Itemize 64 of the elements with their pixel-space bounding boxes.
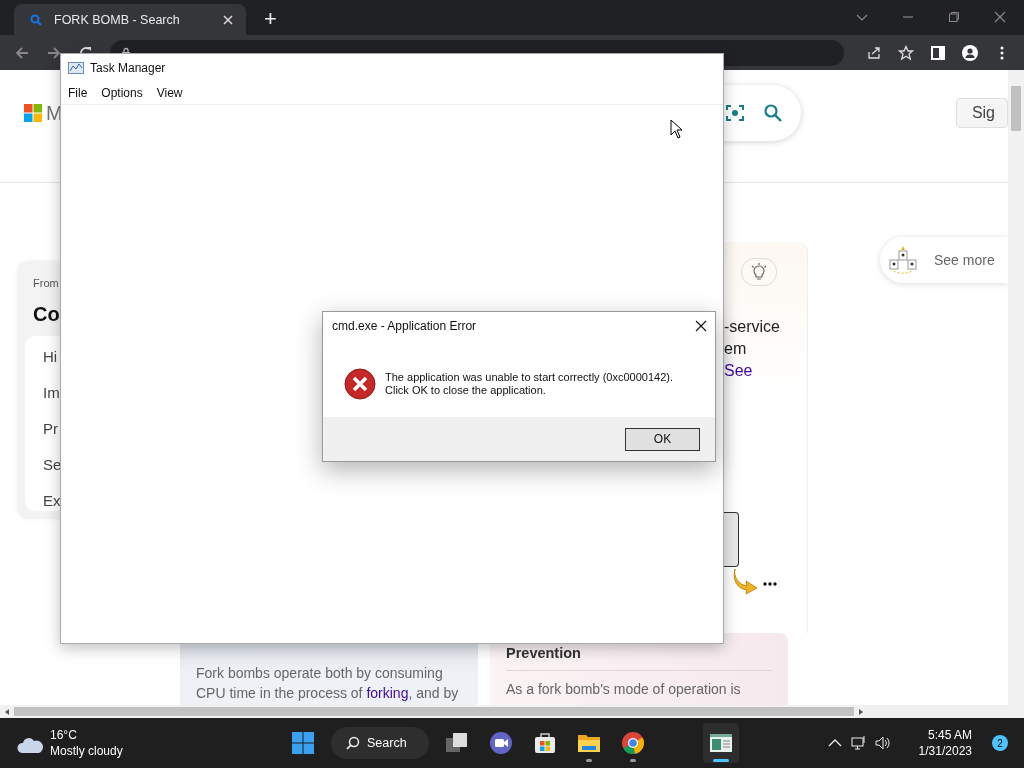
search-icon <box>345 735 361 751</box>
lightbulb-icon <box>749 262 769 282</box>
topic-link[interactable]: Se <box>43 454 62 475</box>
see-more-button[interactable]: See more <box>880 237 1008 283</box>
visual-search-icon[interactable] <box>724 103 745 123</box>
new-tab-button[interactable]: + <box>264 8 277 30</box>
section-heading: Prevention <box>506 645 582 661</box>
paragraph: As a fork bomb's mode of operation is <box>506 670 772 698</box>
search-icon <box>30 13 42 26</box>
see-link[interactable]: See <box>724 360 807 382</box>
share-icon[interactable] <box>866 44 882 61</box>
answer-text: -service <box>724 317 781 337</box>
sign-in-button[interactable]: Sig <box>955 98 1008 128</box>
horizontal-scrollbar[interactable] <box>0 705 1024 718</box>
side-panel-icon[interactable] <box>930 44 946 61</box>
tip-button[interactable] <box>741 258 777 286</box>
volume-icon[interactable] <box>874 735 891 751</box>
scroll-left-icon[interactable] <box>4 708 10 715</box>
diagram-icon <box>888 245 918 275</box>
topic-link[interactable]: Im <box>43 382 60 403</box>
video-chat-icon <box>488 731 513 755</box>
menu-item[interactable]: File <box>68 86 88 100</box>
topic-link[interactable]: Ex <box>43 490 61 511</box>
store-bag-icon <box>532 731 557 755</box>
task-manager-icon <box>708 731 733 755</box>
browser-icon <box>620 731 645 755</box>
error-icon <box>344 368 376 400</box>
windows-logo-icon[interactable] <box>24 104 42 122</box>
dialog-title: cmd.exe - Application Error <box>332 319 477 333</box>
window-title: Task Manager <box>90 61 166 75</box>
menu-item[interactable]: View <box>156 86 183 100</box>
topic-link[interactable]: Pr <box>43 418 58 439</box>
answer-text: em <box>724 339 748 359</box>
forward-arrow-icon[interactable] <box>46 44 62 61</box>
source-label: From <box>33 277 59 289</box>
clock-button[interactable]: 5:45 AM 1/31/2023 <box>918 727 972 759</box>
start-icon[interactable] <box>291 731 315 755</box>
star-icon[interactable] <box>898 44 914 61</box>
scroll-right-icon[interactable] <box>858 708 864 715</box>
browser-tab[interactable]: FORK BOMB - Search <box>14 4 246 35</box>
card-title: Co <box>33 303 60 326</box>
vertical-scrollbar[interactable] <box>1008 70 1024 705</box>
close-icon[interactable] <box>695 320 707 332</box>
temperature-text: 16°C <box>50 727 78 743</box>
more-icon[interactable] <box>763 582 777 586</box>
weather-text: Mostly cloudy <box>50 743 123 759</box>
error-message: The application was unable to start correctly (0xc0000142). <box>385 371 673 384</box>
task-view-icon <box>444 731 469 755</box>
profile-icon[interactable] <box>962 44 978 61</box>
back-arrow-icon[interactable] <box>14 44 30 61</box>
chart-icon <box>68 60 84 76</box>
notification-badge[interactable]: 2 <box>992 735 1008 751</box>
network-icon[interactable] <box>850 735 867 751</box>
menu-item[interactable]: Options <box>101 86 143 100</box>
topic-link[interactable]: Hi <box>43 346 58 367</box>
curved-arrow-icon <box>731 567 759 595</box>
search-icon[interactable] <box>762 103 783 123</box>
taskbar-search-button[interactable]: Search <box>331 727 429 759</box>
error-message: Click OK to close the application. <box>385 384 547 397</box>
ok-button[interactable]: OK <box>625 427 700 451</box>
paragraph: Fork bombs operate both by consuming CPU time in the process of forking, and by <box>196 664 460 703</box>
taskbar-app-button[interactable] <box>702 723 739 763</box>
mouse-pointer-icon <box>670 119 684 139</box>
restore-icon[interactable] <box>948 11 960 23</box>
